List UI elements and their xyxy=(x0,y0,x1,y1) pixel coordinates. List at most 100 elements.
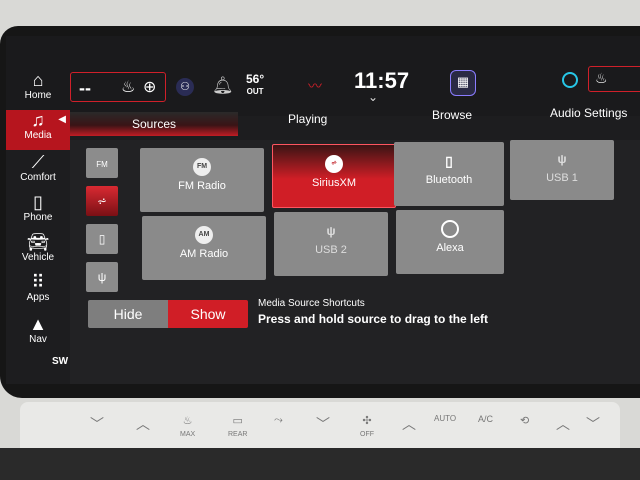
source-label: USB 1 xyxy=(546,172,578,184)
sidebar-item-home[interactable]: ⌂ Home xyxy=(6,70,70,110)
chevron-down-icon[interactable]: ﹀ xyxy=(90,414,104,434)
sidebar-item-vehicle[interactable]: 🚘︎ Vehicle xyxy=(6,232,70,270)
shortcuts-toggle: Hide Show xyxy=(88,300,248,328)
rear-defrost-icon: ▭ xyxy=(232,415,243,427)
tab-audio-settings[interactable]: Audio Settings xyxy=(550,106,627,120)
shortcut-bluetooth[interactable]: ▯ xyxy=(86,224,118,254)
sidebar-item-label: Phone xyxy=(23,212,53,223)
airflow-mode-icon[interactable]: ⤳ xyxy=(274,414,283,427)
hide-button[interactable]: Hide xyxy=(88,300,168,328)
chevron-up-icon[interactable]: ︿ xyxy=(402,414,416,434)
alexa-icon xyxy=(441,220,459,238)
sidebar-item-phone[interactable]: ▯ Phone xyxy=(6,192,70,230)
am-badge-icon: AM xyxy=(195,226,213,244)
driver-seat-control[interactable]: -- ♨ ⊕ xyxy=(70,72,166,102)
source-tile-bluetooth[interactable]: ▯ Bluetooth xyxy=(394,142,504,206)
source-tile-am-radio[interactable]: AM AM Radio xyxy=(142,216,266,280)
chevron-down-icon[interactable]: ﹀ xyxy=(316,414,330,434)
source-label: SiriusXM xyxy=(311,177,356,189)
source-tile-siriusxm[interactable]: ⩫ SiriusXM xyxy=(272,144,396,208)
shortcut-fm[interactable]: FM xyxy=(86,148,118,178)
sidebar-item-nav[interactable]: ▲ Nav xyxy=(6,314,70,352)
shortcuts-title: Media Source Shortcuts xyxy=(258,298,365,309)
sidebar-item-label: Vehicle xyxy=(21,252,55,263)
source-label: FM Radio xyxy=(178,180,226,192)
sidebar-item-label: Media xyxy=(24,130,52,141)
climate-control-strip: ﹀ ︿ ♨ MAX ▭ REAR ⤳ ﹀ ✣ OFF ︿ AUTO A/C ⟲ ︿ ﹀ xyxy=(20,402,620,448)
shortcut-usb[interactable]: ψ xyxy=(86,262,118,292)
apps-grid-icon: ⠿ xyxy=(31,272,45,292)
app-drawer-icon[interactable]: ▦ xyxy=(450,70,476,96)
auto-button[interactable]: AUTO xyxy=(434,414,456,423)
sidebar: ⌂ Home ◀ ♫ Media ⟋ Comfort ▯ Phone 🚘︎ Ve… xyxy=(6,66,70,384)
heated-steering-icon: ⊕ xyxy=(143,79,157,96)
source-label: USB 2 xyxy=(315,244,347,256)
sidebar-item-label: Comfort xyxy=(20,172,56,183)
source-label: Alexa xyxy=(436,242,464,254)
siriusxm-icon: ⩫ xyxy=(96,194,108,208)
driver-assist-icon[interactable]: ⚇ xyxy=(176,78,194,96)
ac-button[interactable]: A/C xyxy=(478,414,493,424)
rear-defrost-button[interactable]: ▭ REAR xyxy=(228,414,247,439)
phone-icon: ▯ xyxy=(33,192,43,212)
source-tile-alexa[interactable]: Alexa xyxy=(396,210,504,274)
max-label: MAX xyxy=(180,431,196,438)
infotainment-screen: -- ♨ ⊕ ⚇ 🔔︎ 56° OUT 〰 11:57 ⌄ ▦ ♨ Source… xyxy=(6,36,640,384)
source-tile-usb2[interactable]: ψ USB 2 xyxy=(274,212,388,276)
compass-heading: SW xyxy=(52,356,69,367)
dashboard-trim xyxy=(0,448,640,480)
outside-temperature: 56° OUT xyxy=(246,72,265,97)
tab-playing[interactable]: Playing xyxy=(288,112,327,126)
usb-icon: ψ xyxy=(97,270,107,284)
rear-label: REAR xyxy=(228,431,248,438)
defrost-icon: ♨ xyxy=(182,415,193,427)
seat-heat-value: -- xyxy=(79,78,91,98)
navigation-arrow-icon: ▲ xyxy=(29,314,47,334)
shortcuts-description: Press and hold source to drag to the lef… xyxy=(258,312,489,326)
alexa-icon[interactable] xyxy=(562,72,578,88)
recirculation-icon[interactable]: ⟲ xyxy=(520,414,529,427)
tab-browse[interactable]: Browse xyxy=(432,108,472,122)
usb-icon: ψ xyxy=(326,224,336,238)
seat-icon: ⟋ xyxy=(31,152,45,172)
source-grid: FM FM Radio ⩫ SiriusXM ▯ Bluetooth ψ USB… xyxy=(132,140,640,280)
shortcuts-bar: Hide Show Media Source Shortcuts Press a… xyxy=(88,294,640,334)
max-defrost-button[interactable]: ♨ MAX xyxy=(180,414,195,439)
home-icon: ⌂ xyxy=(32,70,44,90)
sources-panel: FM ⩫ ▯ ψ FM FM Radio ⩫ SiriusXM ▯ Blueto… xyxy=(70,140,640,384)
fm-badge-icon: FM xyxy=(193,158,211,176)
sidebar-item-media[interactable]: ◀ ♫ Media xyxy=(6,110,70,150)
fan-icon: ✣ xyxy=(362,415,372,427)
status-bar: -- ♨ ⊕ ⚇ 🔔︎ 56° OUT 〰 11:57 ⌄ ▦ ♨ xyxy=(6,36,640,116)
tab-sources[interactable]: Sources xyxy=(70,112,238,136)
usb-icon: ψ xyxy=(557,152,567,166)
bluetooth-phone-icon: ▯ xyxy=(445,153,453,169)
source-tile-fm-radio[interactable]: FM FM Radio xyxy=(140,148,264,212)
clock[interactable]: 11:57 xyxy=(354,68,409,94)
sidebar-item-comfort[interactable]: ⟋ Comfort xyxy=(6,152,70,190)
temperature-label: OUT xyxy=(246,87,264,96)
chevron-up-icon[interactable]: ︿ xyxy=(136,414,150,434)
show-button[interactable]: Show xyxy=(168,300,248,328)
heated-seat-icon: ♨ xyxy=(121,79,136,96)
off-label: OFF xyxy=(360,431,374,438)
notification-bell-icon[interactable]: 🔔︎ xyxy=(212,76,234,96)
shortcut-siriusxm[interactable]: ⩫ xyxy=(86,186,118,216)
temperature-value: 56° xyxy=(246,72,265,86)
fan-off-button[interactable]: ✣ OFF xyxy=(360,414,374,439)
passenger-seat-control[interactable]: ♨ xyxy=(588,66,640,92)
bluetooth-phone-icon: ▯ xyxy=(98,232,106,246)
chevron-down-icon[interactable]: ⌄ xyxy=(368,90,378,104)
sidebar-item-apps[interactable]: ⠿ Apps xyxy=(6,272,70,310)
sidebar-item-label: Apps xyxy=(26,292,50,303)
source-label: Bluetooth xyxy=(425,174,473,186)
chevron-down-icon[interactable]: ﹀ xyxy=(586,414,600,434)
sidebar-item-label: Home xyxy=(24,90,52,101)
fm-radio-icon: FM xyxy=(96,160,108,169)
chevron-up-icon[interactable]: ︿ xyxy=(556,414,570,434)
car-icon: 🚘︎ xyxy=(26,232,50,252)
source-tile-usb1[interactable]: ψ USB 1 xyxy=(510,140,614,200)
passenger-seat-icon: ♨ xyxy=(595,70,608,86)
source-shortcut-list: FM ⩫ ▯ ψ xyxy=(86,148,120,300)
media-active-indicator: ◀ xyxy=(58,114,66,125)
